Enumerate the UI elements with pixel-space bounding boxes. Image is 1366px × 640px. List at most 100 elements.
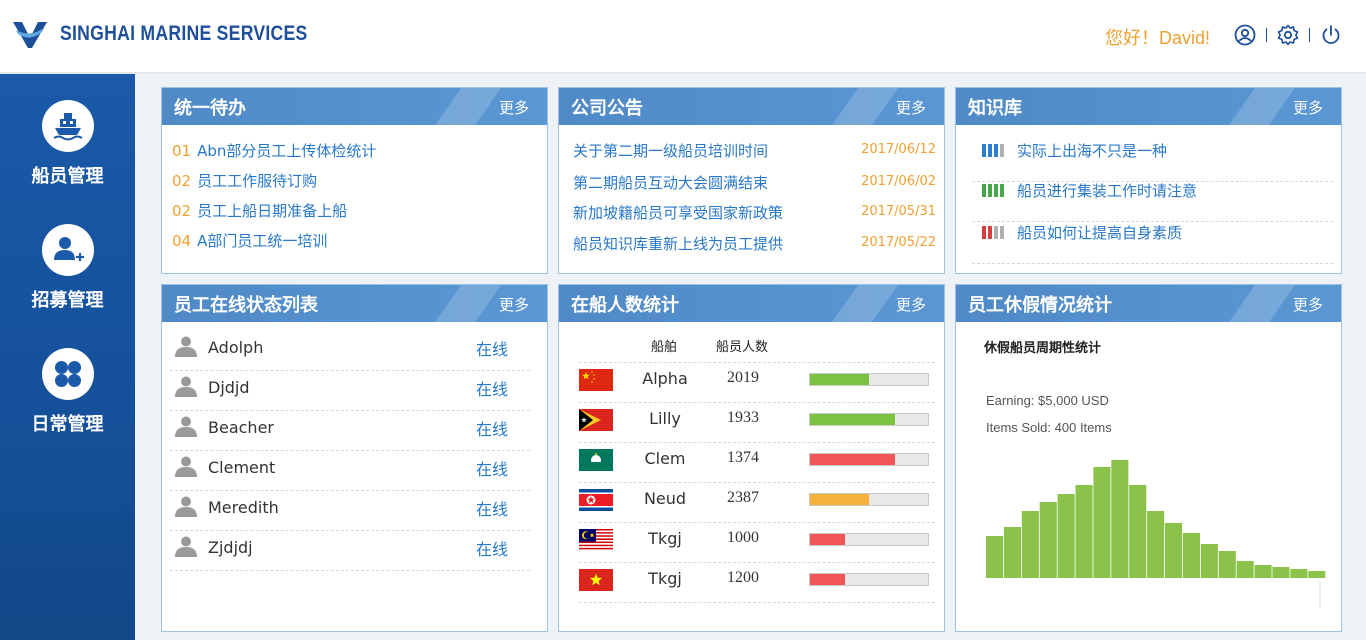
- ship-name: Clem: [644, 449, 686, 468]
- ship-row[interactable]: Tkgj 1200: [579, 563, 935, 603]
- logo-icon: [13, 22, 47, 48]
- chart-bar: [1272, 567, 1290, 578]
- knowledge-item[interactable]: 船员进行集装工作时请注意: [972, 182, 1333, 222]
- header-divider: [1266, 28, 1267, 42]
- user-row[interactable]: Meredith 在线: [170, 491, 530, 531]
- todo-item[interactable]: 04 A部门员工统一培训: [172, 230, 327, 251]
- user-greeting: 您好！David!: [1104, 28, 1210, 48]
- user-row[interactable]: Clement 在线: [170, 451, 530, 491]
- crew-progress-fill: [810, 414, 895, 425]
- crew-count: 1000: [727, 529, 759, 546]
- crew-count: 2019: [727, 369, 759, 386]
- knowledge-label: 船员如何让提高自身素质: [1017, 224, 1183, 242]
- chart-bar: [1200, 544, 1218, 578]
- vietnam-flag-icon: [579, 569, 613, 591]
- todo-item[interactable]: 02 员工上船日期准备上船: [172, 200, 347, 221]
- ship-row[interactable]: Tkgj 1000: [579, 523, 935, 563]
- chart-bar: [1003, 527, 1021, 578]
- crew-progress-bar: [809, 573, 929, 586]
- sidebar-item-recruit[interactable]: 招募管理: [0, 224, 135, 312]
- nkorea-flag-icon: [579, 489, 613, 511]
- crew-progress-fill: [810, 374, 869, 385]
- sidebar-item-crew[interactable]: 船员管理: [0, 100, 135, 188]
- settings-gear-icon[interactable]: [1275, 22, 1301, 48]
- ship-row[interactable]: Clem 1374: [579, 443, 935, 483]
- chart-bar: [1218, 551, 1236, 578]
- panel-header: 在船人数统计 更多: [559, 285, 944, 322]
- chart-bar: [1308, 571, 1326, 578]
- crew-count: 1200: [727, 569, 759, 586]
- ship-name: Neud: [643, 489, 687, 508]
- online-status[interactable]: 在线: [476, 376, 508, 400]
- more-link[interactable]: 更多: [499, 294, 529, 315]
- sidebar-item-label: 日常管理: [31, 414, 104, 435]
- online-status[interactable]: 在线: [476, 416, 508, 440]
- bars-icon: [982, 144, 1004, 157]
- bars-icon: [982, 184, 1004, 197]
- ship-row[interactable]: Neud 2387: [579, 483, 935, 523]
- user-icon: [174, 335, 198, 361]
- column-header-ship: 船舶: [651, 340, 678, 355]
- power-logout-icon[interactable]: [1318, 22, 1344, 48]
- more-link[interactable]: 更多: [1293, 294, 1323, 315]
- more-link[interactable]: 更多: [499, 97, 529, 118]
- ship-icon: [41, 100, 94, 152]
- user-name: Beacher: [208, 418, 274, 437]
- user-row[interactable]: Zjdjdj 在线: [170, 531, 530, 571]
- brand-logo[interactable]: SINGHAI MARINE SERVICES: [12, 18, 355, 50]
- crew-progress-bar: [809, 453, 929, 466]
- online-status[interactable]: 在线: [476, 456, 508, 480]
- more-link[interactable]: 更多: [896, 97, 926, 118]
- notice-item[interactable]: 船员知识库重新上线为员工提供 2017/05/22: [573, 233, 936, 254]
- notice-item[interactable]: 第二期船员互动大会圆满结束 2017/06/02: [573, 172, 936, 193]
- timor-flag-icon: [579, 409, 613, 431]
- user-icon: [174, 415, 198, 441]
- crew-progress-bar: [809, 493, 929, 506]
- more-link[interactable]: 更多: [1293, 97, 1323, 118]
- online-status-panel: 员工在线状态列表 更多 Adolph 在线 Djdjd 在线 Beacher 在线 Clem…: [161, 284, 548, 632]
- header-divider: [1309, 28, 1310, 42]
- crew-progress-bar: [809, 413, 929, 426]
- ship-name: Tkgj: [648, 529, 682, 548]
- sidebar-item-daily[interactable]: 日常管理: [0, 348, 135, 436]
- knowledge-label: 实际上出海不只是一种: [1017, 142, 1168, 160]
- column-header-count: 船员人数: [716, 340, 769, 355]
- crew-progress-bar: [809, 373, 929, 386]
- ship-name: Lilly: [649, 409, 681, 428]
- user-row[interactable]: Beacher 在线: [170, 411, 530, 451]
- top-header: SINGHAI MARINE SERVICES 您好！David!: [0, 0, 1366, 74]
- user-row[interactable]: Djdjd 在线: [170, 371, 530, 411]
- user-profile-icon[interactable]: [1232, 22, 1258, 48]
- sidebar-item-label: 船员管理: [31, 166, 104, 187]
- chart-bar: [1129, 485, 1147, 578]
- ship-row[interactable]: Lilly 1933: [579, 403, 935, 443]
- online-status[interactable]: 在线: [476, 536, 508, 560]
- sidebar: 船员管理 招募管理 日常管理: [0, 74, 135, 640]
- online-status[interactable]: 在线: [476, 496, 508, 520]
- user-name: Djdjd: [208, 378, 250, 397]
- online-status[interactable]: 在线: [476, 336, 508, 360]
- table-header: 船舶 船员人数: [559, 322, 944, 362]
- leave-stats-panel: 员工休假情况统计 更多 休假船员周期性统计 Earning: $5,000 US…: [955, 284, 1342, 632]
- panel-title: 知识库: [968, 98, 1022, 119]
- knowledge-label: 船员进行集装工作时请注意: [1017, 182, 1198, 200]
- knowledge-item[interactable]: 实际上出海不只是一种: [972, 142, 1333, 182]
- knowledge-panel: 知识库 更多 实际上出海不只是一种 船员进行集装工作时请注意 船员如何让提高自身…: [955, 87, 1342, 274]
- crew-progress-fill: [810, 534, 846, 545]
- chart-bar: [1021, 511, 1039, 578]
- notice-item[interactable]: 新加坡籍船员可享受国家新政策 2017/05/31: [573, 202, 936, 223]
- ship-name: Alpha: [642, 369, 688, 388]
- user-row[interactable]: Adolph 在线: [170, 331, 530, 371]
- crew-count: 1374: [727, 449, 759, 466]
- todo-item[interactable]: 01 Abn部分员工上传体检统计: [172, 140, 376, 161]
- todo-item[interactable]: 02 员工工作服待订购: [172, 170, 317, 191]
- ship-row[interactable]: Alpha 2019: [579, 363, 935, 403]
- todo-panel: 统一待办 更多 01 Abn部分员工上传体检统计 02 员工工作服待订购 02 员工上…: [161, 87, 548, 274]
- knowledge-item[interactable]: 船员如何让提高自身素质: [972, 224, 1333, 264]
- crew-progress-fill: [810, 574, 846, 585]
- chart-bar: [1236, 561, 1254, 578]
- chart-bar: [1093, 467, 1111, 578]
- more-link[interactable]: 更多: [896, 294, 926, 315]
- notice-item[interactable]: 关于第二期一级船员培训时间 2017/06/12: [573, 140, 936, 161]
- panel-title: 统一待办: [174, 98, 246, 119]
